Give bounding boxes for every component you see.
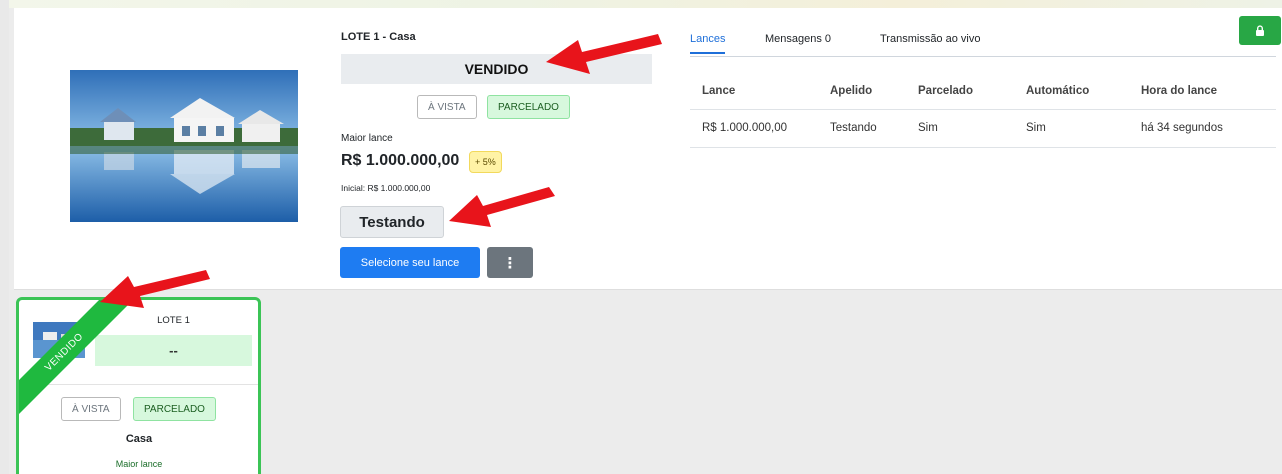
payment-avista-button[interactable]: À VISTA: [417, 95, 477, 119]
card-divider: [19, 384, 258, 385]
card-payment-avista-button[interactable]: À VISTA: [61, 397, 121, 421]
card-max-bid-label: Maior lance: [115, 459, 163, 469]
arrow-annotation-icon: [100, 270, 210, 308]
bid-tabs: Lances Mensagens 0 Transmissão ao vivo: [690, 29, 1276, 57]
lot-card[interactable]: LOTE 1 -- À VISTA PARCELADO Casa Maior l…: [16, 297, 261, 474]
lock-button[interactable]: [1239, 16, 1281, 45]
bid-table-header: Lance Apelido Parcelado Automático Hora …: [690, 74, 1276, 110]
lot-title: LOTE 1 - Casa: [341, 31, 416, 43]
max-bid-value: R$ 1.000.000,00: [341, 152, 460, 169]
max-bid-label: Maior lance: [341, 133, 393, 144]
bid-amount: R$ 1.000.000,00: [690, 109, 818, 148]
page-top-strip: [0, 0, 1282, 8]
left-rule: [0, 0, 9, 474]
card-payment-parcelado-button[interactable]: PARCELADO: [133, 397, 216, 421]
lock-icon: [1256, 25, 1264, 36]
payment-parcelado-button[interactable]: PARCELADO: [487, 95, 570, 119]
select-bid-button[interactable]: Selecione seu lance: [340, 247, 480, 278]
column-header: Lance: [690, 74, 818, 110]
more-vertical-icon: ⋮: [502, 253, 518, 272]
bid-automatic: Sim: [1014, 109, 1129, 148]
tab-bids[interactable]: Lances: [690, 33, 726, 54]
initial-price: Inicial: R$ 1.000.000,00: [341, 183, 431, 193]
column-header: Hora do lance: [1129, 74, 1276, 110]
bid-installment: Sim: [906, 109, 1014, 148]
card-lot-name: Casa: [125, 433, 153, 445]
more-options-button[interactable]: ⋮: [487, 247, 533, 278]
arrow-annotation-icon: [546, 34, 662, 74]
lot-photo: [70, 70, 298, 222]
column-header: Parcelado: [906, 74, 1014, 110]
tab-messages[interactable]: Mensagens 0: [765, 33, 831, 45]
card-price: --: [95, 335, 252, 366]
bid-table: Lance Apelido Parcelado Automático Hora …: [690, 74, 1276, 148]
leading-bidder: Testando: [340, 206, 444, 238]
column-header: Apelido: [818, 74, 906, 110]
card-lot-label: LOTE 1: [157, 315, 190, 326]
arrow-annotation-icon: [449, 187, 555, 227]
tab-live[interactable]: Transmissão ao vivo: [880, 33, 980, 45]
table-row: R$ 1.000.000,00 Testando Sim Sim há 34 s…: [690, 109, 1276, 148]
bid-time: há 34 segundos: [1129, 109, 1276, 148]
column-header: Automático: [1014, 74, 1129, 110]
bid-nickname: Testando: [818, 109, 906, 148]
increment-badge: + 5%: [469, 151, 502, 173]
